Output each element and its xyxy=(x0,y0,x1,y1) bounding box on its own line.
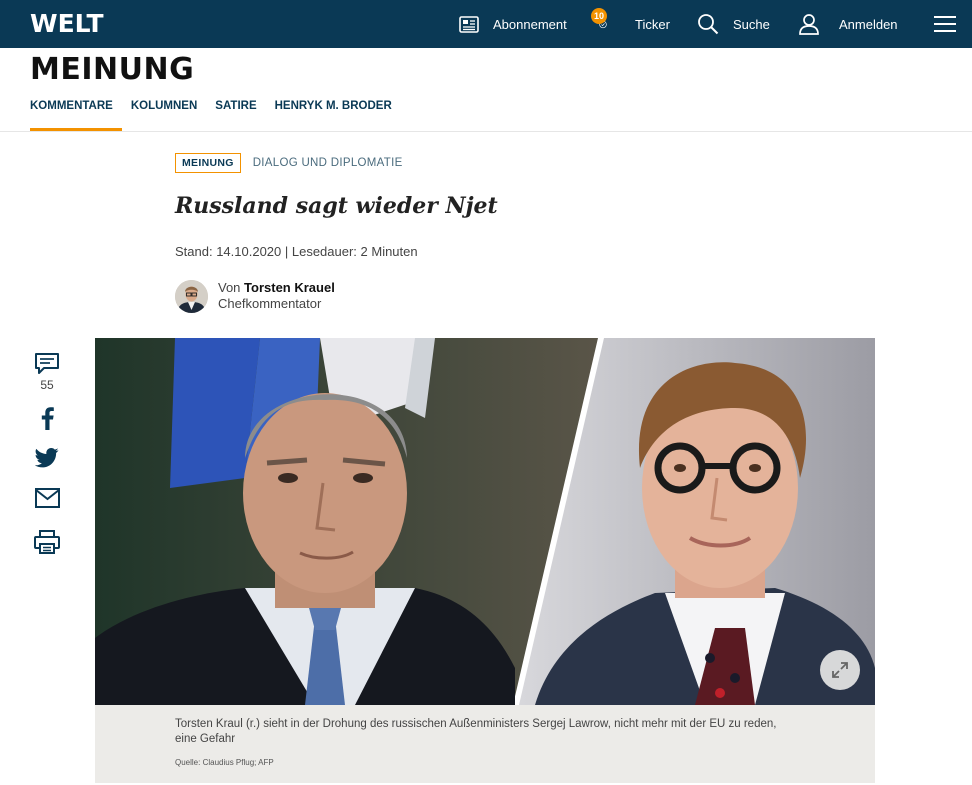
abonnement-link[interactable]: Abonnement xyxy=(459,0,567,48)
article-hero-image[interactable] xyxy=(95,338,875,705)
image-caption: Torsten Kraul (r.) sieht in der Drohung … xyxy=(175,718,777,745)
author-name[interactable]: Torsten Krauel xyxy=(244,280,335,295)
facebook-share-button[interactable] xyxy=(39,406,55,430)
article-meta: Stand: 14.10.2020 | Lesedauer: 2 Minuten xyxy=(175,244,418,259)
suche-label: Suche xyxy=(733,16,770,32)
share-sidebar: 55 xyxy=(30,352,64,554)
subnav-item-broder[interactable]: HENRYK M. BRODER xyxy=(275,100,392,131)
menu-button[interactable] xyxy=(934,0,956,48)
ticker-label: Ticker xyxy=(635,16,670,32)
section-title[interactable]: MEINUNG xyxy=(30,52,194,87)
comment-count: 55 xyxy=(40,378,54,392)
ticker-badge: 10 xyxy=(591,8,607,24)
mail-icon xyxy=(34,488,60,508)
image-caption-box: Torsten Kraul (r.) sieht in der Drohung … xyxy=(95,705,875,783)
author-prefix: Von xyxy=(218,280,241,295)
mail-share-button[interactable] xyxy=(34,488,60,508)
newspaper-icon xyxy=(459,15,479,33)
article-kicker: MEINUNG DIALOG UND DIPLOMATIE xyxy=(175,153,403,173)
subnav-item-kolumnen[interactable]: KOLUMNEN xyxy=(131,100,197,131)
welt-logo[interactable]: WELT xyxy=(30,9,104,38)
suche-button[interactable]: Suche xyxy=(697,0,770,48)
facebook-icon xyxy=(41,407,54,430)
comment-icon xyxy=(35,353,59,374)
search-icon xyxy=(698,14,719,35)
expand-image-button[interactable] xyxy=(820,650,860,690)
section-subnav: KOMMENTARE KOLUMNEN SATIRE HENRYK M. BRO… xyxy=(30,100,410,131)
anmelden-label: Anmelden xyxy=(839,16,898,32)
ticker-link[interactable]: 10 Ticker xyxy=(591,0,670,48)
print-button[interactable] xyxy=(34,530,60,554)
comment-button[interactable]: 55 xyxy=(34,352,60,392)
abonnement-label: Abonnement xyxy=(493,16,567,32)
author-avatar[interactable] xyxy=(175,280,208,313)
article-headline: Russland sagt wieder Njet xyxy=(175,193,498,219)
top-navigation-bar: WELT Abonnement 10 Ticker Suche Anmelden xyxy=(0,0,972,48)
kicker-topic: DIALOG UND DIPLOMATIE xyxy=(252,157,403,169)
author-block: Von Torsten Krauel Chefkommentator xyxy=(175,280,335,313)
expand-icon xyxy=(832,662,848,678)
kicker-badge[interactable]: MEINUNG xyxy=(175,153,241,173)
subnav-divider xyxy=(0,131,972,132)
author-info: Von Torsten Krauel Chefkommentator xyxy=(218,280,335,312)
twitter-icon xyxy=(35,448,59,468)
print-icon xyxy=(34,530,60,554)
twitter-share-button[interactable] xyxy=(35,448,59,468)
image-source: Quelle: Claudius Pflug; AFP xyxy=(175,758,274,767)
author-role: Chefkommentator xyxy=(218,296,322,311)
user-icon xyxy=(799,14,819,35)
subnav-item-kommentare[interactable]: KOMMENTARE xyxy=(30,100,122,131)
subnav-item-satire[interactable]: SATIRE xyxy=(215,100,256,131)
hamburger-menu-icon xyxy=(934,16,956,32)
anmelden-link[interactable]: Anmelden xyxy=(798,0,898,48)
